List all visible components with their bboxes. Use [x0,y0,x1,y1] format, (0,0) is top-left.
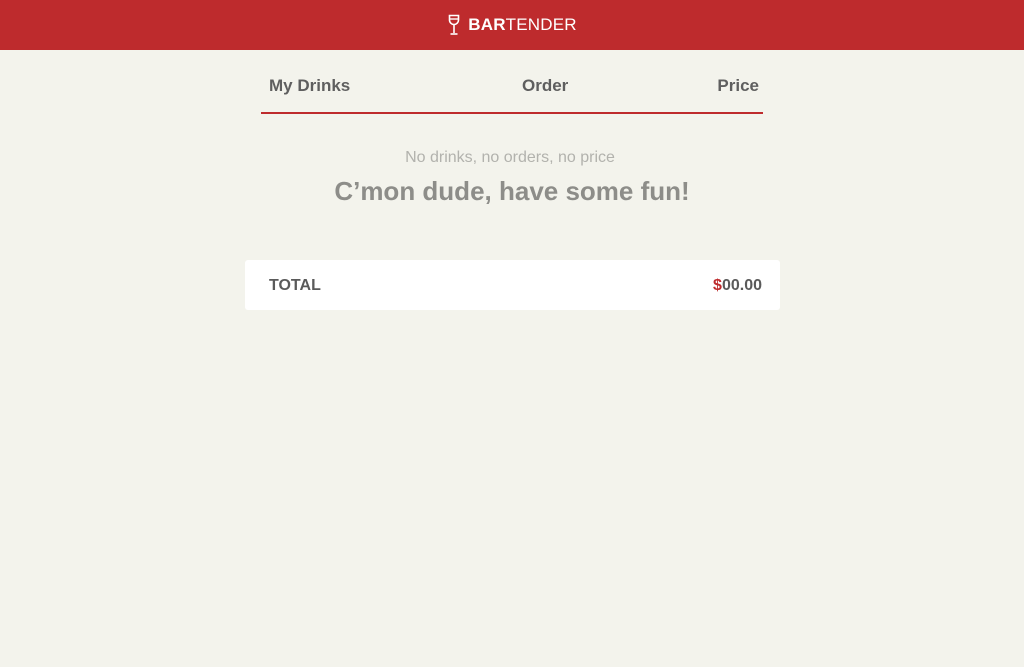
brand-name-bold: BAR [468,15,506,34]
tab-price[interactable]: Price [717,76,759,96]
total-amount: $00.00 [713,277,762,295]
currency-symbol: $ [713,277,722,294]
tab-bar: My Drinks Order Price [261,50,763,114]
tab-my-drinks[interactable]: My Drinks [269,76,350,96]
empty-state-subtitle: No drinks, no orders, no price [405,149,615,166]
brand-logo[interactable]: BAR TENDER [447,14,577,36]
total-value: 00.00 [721,277,762,294]
brand-name-light: TENDER [505,15,577,34]
total-card: TOTAL $00.00 [245,260,780,310]
wine-glass-icon [447,14,461,36]
top-bar: BAR TENDER [0,0,1024,50]
empty-state-message: C’mon dude, have some fun! [334,176,690,206]
total-label: TOTAL [269,277,321,294]
tab-order[interactable]: Order [522,76,568,96]
